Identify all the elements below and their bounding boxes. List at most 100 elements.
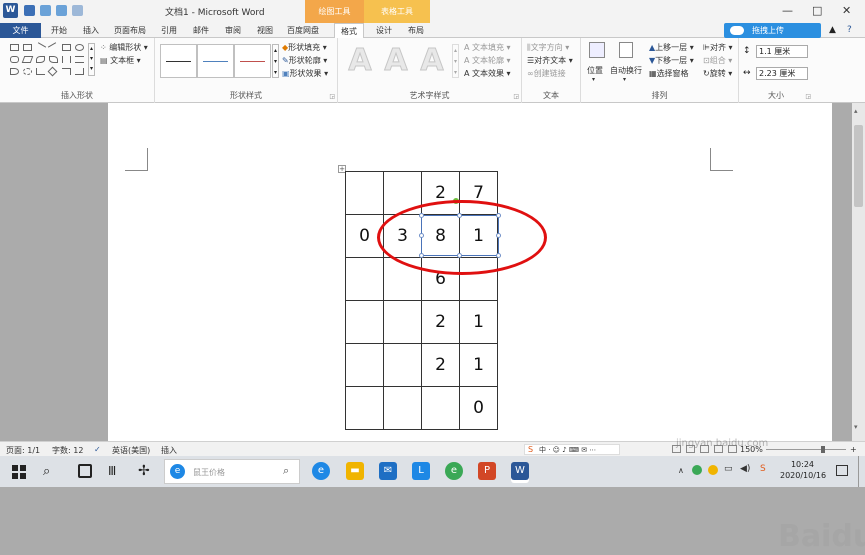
table-cell[interactable] bbox=[345, 386, 384, 430]
wrap-text-dropdown-icon[interactable]: ▾ bbox=[623, 76, 626, 83]
text-effects-button[interactable]: A 文本效果 ▾ bbox=[464, 68, 511, 79]
shape-arrow-icon[interactable] bbox=[47, 42, 60, 53]
table-cell[interactable] bbox=[345, 343, 384, 387]
ime-tool-icons[interactable]: 中 · ☺ ♪ ⌨ ✉ ⋯ bbox=[539, 445, 596, 455]
tab-page-layout[interactable]: 页面布局 bbox=[114, 23, 146, 38]
shape-style-swatch-2[interactable] bbox=[197, 44, 234, 78]
table-cell[interactable] bbox=[345, 257, 384, 301]
print-preview-icon[interactable] bbox=[72, 5, 83, 16]
tab-mailings[interactable]: 邮件 bbox=[193, 23, 209, 38]
sogou-tray-icon[interactable]: S bbox=[760, 464, 766, 474]
shape-line-icon[interactable] bbox=[34, 42, 47, 53]
text-outline-button[interactable]: A 文本轮廓 ▾ bbox=[464, 55, 511, 66]
network-icon[interactable]: ▭ bbox=[724, 464, 733, 474]
spellcheck-icon[interactable]: ✓ bbox=[94, 445, 101, 454]
status-insert-mode[interactable]: 插入 bbox=[161, 445, 177, 456]
width-input[interactable]: 2.23 厘米 bbox=[756, 67, 808, 80]
shape-freeform-icon[interactable] bbox=[36, 56, 45, 63]
wordart-more-icon[interactable]: ▴ ▾ ▾ bbox=[452, 44, 459, 78]
create-link-button[interactable]: ∞创建链接 bbox=[527, 68, 566, 79]
windows-start-icon[interactable] bbox=[12, 465, 26, 479]
shape-brace-icon[interactable] bbox=[75, 56, 84, 63]
bring-forward-button[interactable]: ▲上移一层 ▾ bbox=[649, 42, 694, 53]
ribbon-collapse-icon[interactable]: ▲ bbox=[829, 25, 836, 35]
shape-oval-icon[interactable] bbox=[75, 44, 84, 51]
redo-icon[interactable] bbox=[56, 5, 67, 16]
table-cell[interactable] bbox=[345, 300, 384, 344]
shape-connector-icon[interactable] bbox=[36, 68, 45, 75]
position-dropdown-icon[interactable]: ▾ bbox=[592, 76, 595, 83]
sogou-ime-icon[interactable]: S bbox=[528, 445, 533, 454]
shape-elbow-icon[interactable] bbox=[75, 68, 84, 75]
wordart-style-3[interactable]: A bbox=[416, 43, 448, 79]
text-direction-button[interactable]: ⫼文字方向 ▾ bbox=[527, 42, 569, 53]
tab-view[interactable]: 视图 bbox=[257, 23, 273, 38]
shape-textbox-icon[interactable] bbox=[10, 44, 19, 51]
search-icon[interactable]: ⌕ bbox=[43, 464, 50, 479]
group-button[interactable]: ⊡组合 ▾ bbox=[703, 55, 732, 66]
vertical-scrollbar[interactable]: ▴ ▾ bbox=[852, 103, 865, 441]
taskbar-search-box[interactable]: e 鼠王价格 ⌕ bbox=[164, 459, 300, 484]
tab-format[interactable]: 格式 bbox=[334, 23, 364, 39]
dialog-launcher-icon[interactable]: ◲ bbox=[329, 93, 335, 100]
l-app-icon[interactable]: L bbox=[412, 462, 430, 480]
table-cell[interactable] bbox=[383, 386, 422, 430]
notification-icon[interactable] bbox=[836, 465, 848, 476]
rotate-button[interactable]: ↻旋转 ▾ bbox=[703, 68, 732, 79]
tab-home[interactable]: 开始 bbox=[51, 23, 67, 38]
tab-review[interactable]: 审阅 bbox=[225, 23, 241, 38]
table-cell[interactable]: 1 bbox=[459, 343, 498, 387]
file-explorer-icon[interactable]: ▬ bbox=[346, 462, 364, 480]
tab-design[interactable]: 设计 bbox=[376, 23, 392, 38]
shape-style-swatch-1[interactable] bbox=[160, 44, 197, 78]
close-button[interactable]: ✕ bbox=[842, 4, 851, 17]
shape-bracket-icon[interactable] bbox=[62, 56, 71, 63]
task-view-icon[interactable] bbox=[78, 464, 92, 478]
minimize-button[interactable]: — bbox=[782, 4, 793, 17]
save-icon[interactable] bbox=[24, 5, 35, 16]
zoom-in-icon[interactable]: + bbox=[850, 445, 857, 454]
powerpoint-icon[interactable]: P bbox=[478, 462, 496, 480]
tab-baidu-netdisk[interactable]: 百度网盘 bbox=[287, 23, 319, 38]
tab-file[interactable]: 文件 bbox=[0, 23, 41, 38]
tab-references[interactable]: 引用 bbox=[161, 23, 177, 38]
help-icon[interactable]: ? bbox=[847, 25, 852, 35]
upload-button[interactable]: 拖拽上传 bbox=[724, 23, 821, 38]
height-input[interactable]: 1.1 厘米 bbox=[756, 45, 808, 58]
tab-insert[interactable]: 插入 bbox=[83, 23, 99, 38]
table-cell[interactable]: 2 bbox=[421, 343, 460, 387]
volume-icon[interactable]: ◀) bbox=[740, 464, 750, 474]
wordart-style-2[interactable]: A bbox=[380, 43, 412, 79]
shape-arc-icon[interactable] bbox=[10, 68, 19, 75]
table-cell[interactable] bbox=[383, 300, 422, 344]
ime-toolbar[interactable]: S 中 · ☺ ♪ ⌨ ✉ ⋯ bbox=[524, 444, 620, 455]
shape-corner-icon[interactable] bbox=[62, 68, 71, 75]
word-taskbar-icon[interactable]: W bbox=[511, 462, 529, 480]
pinwheel-app-icon[interactable]: ✢ bbox=[138, 463, 150, 479]
tray-app-icon[interactable] bbox=[692, 465, 702, 475]
zoom-slider[interactable] bbox=[766, 446, 846, 453]
dialog-launcher-icon[interactable]: ◲ bbox=[513, 93, 519, 100]
show-desktop-button[interactable] bbox=[858, 456, 861, 487]
send-backward-button[interactable]: ▼下移一层 ▾ bbox=[649, 55, 694, 66]
browser-green-icon[interactable]: e bbox=[445, 462, 463, 480]
search-magnifier-icon[interactable]: ⌕ bbox=[283, 464, 289, 478]
shape-rounded-rect-icon[interactable] bbox=[10, 56, 19, 63]
scroll-down-icon[interactable]: ▾ bbox=[854, 423, 858, 431]
textbox-button[interactable]: ▤ 文本框 ▾ bbox=[100, 55, 141, 66]
shape-diamond-icon[interactable] bbox=[47, 66, 58, 77]
tray-app2-icon[interactable] bbox=[708, 465, 718, 475]
table-cell[interactable]: 2 bbox=[421, 300, 460, 344]
status-page[interactable]: 页面: 1/1 bbox=[6, 445, 40, 456]
taskbar-grid-icon[interactable]: Ⅲ bbox=[108, 464, 116, 478]
wrap-text-button[interactable]: 自动换行 bbox=[610, 65, 642, 76]
edit-shape-button[interactable]: ⁘ 编辑形状 ▾ bbox=[100, 42, 148, 53]
shape-curve-icon[interactable] bbox=[49, 56, 58, 63]
document-page[interactable]: + 270381621210 Baidu经验 bbox=[108, 103, 865, 554]
shape-outline-button[interactable]: ✎形状轮廓 ▾ bbox=[282, 55, 327, 66]
position-icon[interactable] bbox=[589, 42, 605, 58]
shape-style-swatch-3[interactable] bbox=[234, 44, 271, 78]
show-hidden-icons[interactable]: ∧ bbox=[678, 466, 684, 475]
align-text-button[interactable]: ☰对齐文本 ▾ bbox=[527, 55, 573, 66]
scroll-up-icon[interactable]: ▴ bbox=[854, 107, 858, 115]
